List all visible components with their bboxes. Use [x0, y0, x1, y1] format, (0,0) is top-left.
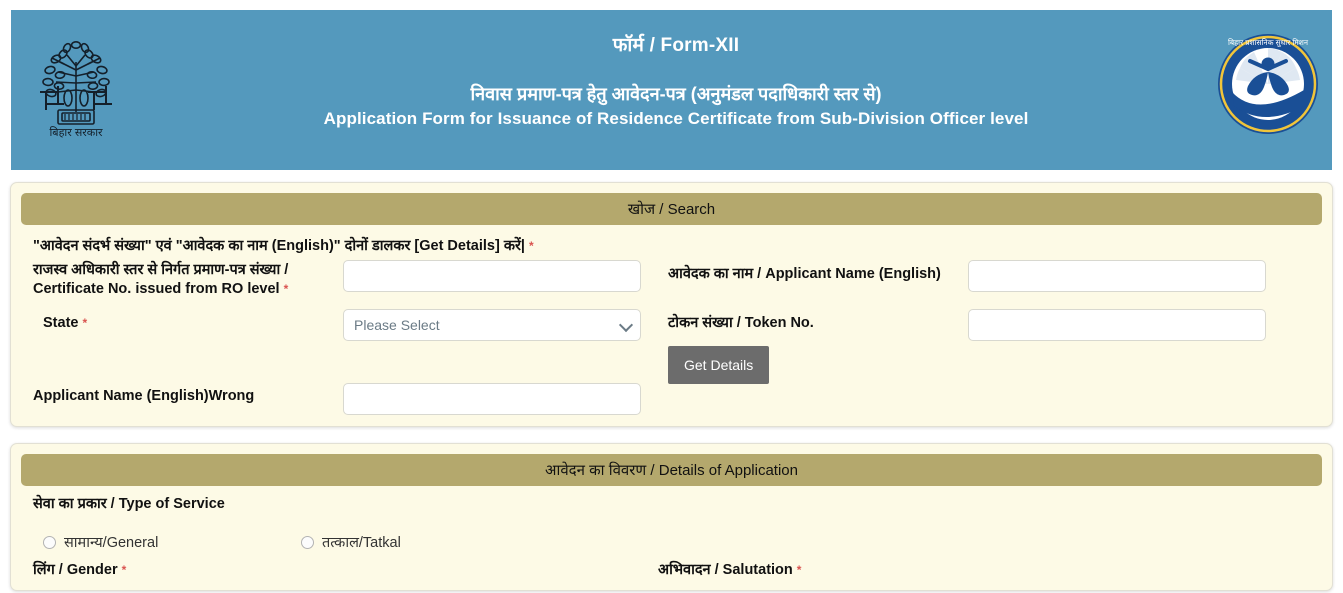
certificate-no-input[interactable] [343, 260, 641, 292]
page-root: बिहार सरकार फॉर्म / Form-XII निवास प्रमा… [0, 0, 1343, 593]
details-panel: आवेदन का विवरण / Details of Application … [10, 443, 1333, 591]
bihar-administrative-reforms-mission-logo: बिहार प्रशासनिक सुधार मिशन [1216, 32, 1320, 136]
applicant-name-wrong-input[interactable] [343, 383, 641, 415]
type-of-service-label: सेवा का प्रकार / Type of Service [33, 495, 225, 514]
certificate-no-label-line1: राजस्व अधिकारी स्तर से निर्गत प्रमाण-पत्… [33, 262, 289, 278]
certificate-no-label: राजस्व अधिकारी स्तर से निर्गत प्रमाण-पत्… [33, 261, 333, 299]
applicant-name-label: आवेदक का नाम / Applicant Name (English) [668, 265, 941, 284]
radio-circle-icon[interactable] [301, 535, 314, 549]
search-panel: खोज / Search "आवेदन संदर्भ संख्या" एवं "… [10, 182, 1333, 427]
radio-option-general[interactable]: सामान्य/General [43, 532, 158, 552]
page-header-banner: बिहार सरकार फॉर्म / Form-XII निवास प्रमा… [11, 10, 1332, 170]
type-of-service-label-text: सेवा का प्रकार / Type of Service [33, 496, 225, 512]
radio-option-tatkal[interactable]: तत्काल/Tatkal [301, 532, 401, 552]
token-no-input[interactable] [968, 309, 1266, 341]
salutation-label-text: अभिवादन / Salutation [658, 562, 793, 578]
required-asterisk: * [121, 563, 127, 577]
required-asterisk: * [82, 316, 88, 330]
applicant-name-wrong-label-text: Applicant Name (English)Wrong [33, 388, 255, 404]
certificate-no-label-line2: Certificate No. issued from RO level [33, 281, 280, 297]
required-asterisk: * [796, 563, 802, 577]
get-details-button[interactable]: Get Details [668, 346, 770, 384]
radio-circle-icon[interactable] [43, 535, 56, 549]
gender-label: लिंग / Gender * [33, 561, 126, 580]
form-title-english: Application Form for Issuance of Residen… [323, 109, 1029, 128]
applicant-name-input[interactable] [968, 260, 1266, 292]
state-select-wrap[interactable]: Please Select [343, 309, 641, 341]
required-asterisk: * [529, 239, 534, 253]
salutation-label: अभिवादन / Salutation * [658, 561, 801, 580]
token-no-label-text: टोकन संख्या / Token No. [668, 315, 814, 331]
type-of-service-radio-group: सामान्य/General तत्काल/Tatkal [33, 532, 633, 552]
radio-option-tatkal-label: तत्काल/Tatkal [322, 535, 401, 551]
details-section-header: आवेदन का विवरण / Details of Application [21, 454, 1322, 486]
required-asterisk: * [283, 282, 289, 296]
state-label: State * [43, 314, 87, 333]
emblem-caption: बिहार सरकार [49, 126, 103, 139]
token-no-label: टोकन संख्या / Token No. [668, 314, 814, 333]
gender-label-text: लिंग / Gender [33, 562, 118, 578]
applicant-name-label-text: आवेदक का नाम / Applicant Name (English) [668, 266, 941, 282]
bihar-government-emblem: बिहार सरकार [16, 24, 136, 144]
state-label-text: State [43, 315, 79, 331]
applicant-name-wrong-label: Applicant Name (English)Wrong [33, 387, 254, 406]
search-instruction-text: "आवेदन संदर्भ संख्या" एवं "आवेदक का नाम … [33, 238, 525, 254]
banner-title-block: फॉर्म / Form-XII निवास प्रमाण-पत्र हेतु … [141, 34, 1211, 131]
logo-text: बिहार प्रशासनिक सुधार मिशन [1228, 38, 1309, 48]
state-select[interactable]: Please Select [343, 309, 641, 341]
form-title-hindi: निवास प्रमाण-पत्र हेतु आवेदन-पत्र (अनुमं… [470, 84, 882, 104]
search-instruction-note: "आवेदन संदर्भ संख्या" एवं "आवेदक का नाम … [33, 235, 534, 255]
search-section-header: खोज / Search [21, 193, 1322, 225]
radio-option-general-label: सामान्य/General [64, 535, 159, 551]
form-number: फॉर्म / Form-XII [612, 35, 740, 56]
